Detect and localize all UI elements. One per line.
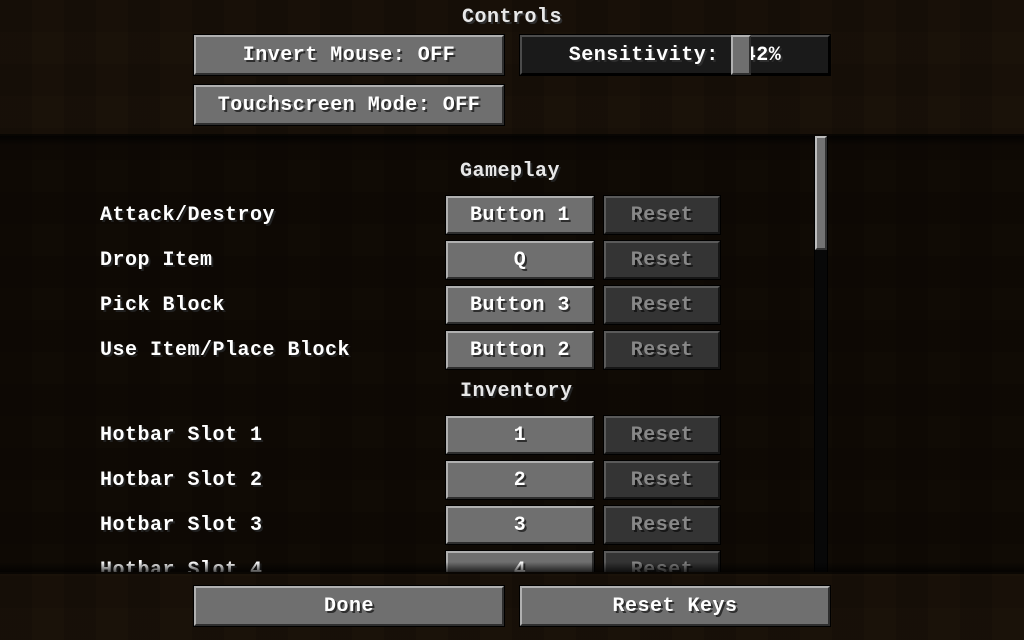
controls-screen: Controls Invert Mouse: OFF Sensitivity: … <box>0 0 1024 640</box>
invert-mouse-button[interactable]: Invert Mouse: OFF <box>194 35 504 75</box>
binding-label: Hotbar Slot 1 <box>100 424 446 447</box>
category: InventoryHotbar Slot 11ResetHotbar Slot … <box>0 380 1024 572</box>
binding-label: Hotbar Slot 2 <box>100 469 446 492</box>
touchscreen-mode-button[interactable]: Touchscreen Mode: OFF <box>194 85 504 125</box>
binding-label: Attack/Destroy <box>100 204 446 227</box>
binding-row: Pick BlockButton 3 Reset <box>0 285 1024 325</box>
binding-row: Use Item/Place BlockButton 2 Reset <box>0 330 1024 370</box>
keybind-button[interactable]: 2 <box>446 461 594 499</box>
category-header: Gameplay <box>0 160 1024 183</box>
reset-button: Reset <box>604 551 720 572</box>
reset-button: Reset <box>604 286 720 324</box>
sensitivity-slider[interactable]: Sensitivity: 142% <box>520 35 830 75</box>
keybind-button[interactable]: Button 2 <box>446 331 594 369</box>
scrollbar[interactable] <box>814 136 828 572</box>
category: GameplayAttack/DestroyButton 1ResetDrop … <box>0 160 1024 370</box>
reset-button: Reset <box>604 461 720 499</box>
reset-button: Reset <box>604 331 720 369</box>
footer: Done Reset Keys <box>0 586 1024 626</box>
reset-button: Reset <box>604 241 720 279</box>
reset-button: Reset <box>604 416 720 454</box>
reset-button: Reset <box>604 506 720 544</box>
binding-row: Hotbar Slot 11 Reset <box>0 415 1024 455</box>
keybind-button[interactable]: 4 <box>446 551 594 572</box>
binding-row: Hotbar Slot 22 Reset <box>0 460 1024 500</box>
binding-row: Hotbar Slot 44 Reset <box>0 550 1024 572</box>
reset-button: Reset <box>604 196 720 234</box>
keybind-list-panel: GameplayAttack/DestroyButton 1ResetDrop … <box>0 136 1024 572</box>
binding-label: Pick Block <box>100 294 446 317</box>
binding-label: Drop Item <box>100 249 446 272</box>
page-title: Controls <box>0 0 1024 29</box>
binding-label: Hotbar Slot 3 <box>100 514 446 537</box>
keybind-button[interactable]: 1 <box>446 416 594 454</box>
top-options: Invert Mouse: OFF Sensitivity: 142% Touc… <box>0 35 1024 125</box>
category-header: Inventory <box>0 380 1024 403</box>
keybind-button[interactable]: Button 3 <box>446 286 594 324</box>
reset-keys-button[interactable]: Reset Keys <box>520 586 830 626</box>
scrollbar-thumb[interactable] <box>815 136 827 250</box>
binding-row: Drop ItemQ Reset <box>0 240 1024 280</box>
binding-label: Hotbar Slot 4 <box>100 559 446 573</box>
binding-label: Use Item/Place Block <box>100 339 446 362</box>
keybind-button[interactable]: 3 <box>446 506 594 544</box>
binding-row: Hotbar Slot 33 Reset <box>0 505 1024 545</box>
keybind-button[interactable]: Button 1 <box>446 196 594 234</box>
done-button[interactable]: Done <box>194 586 504 626</box>
binding-row: Attack/DestroyButton 1 Reset <box>0 195 1024 235</box>
keybind-button[interactable]: Q <box>446 241 594 279</box>
sensitivity-slider-knob[interactable] <box>731 35 751 75</box>
